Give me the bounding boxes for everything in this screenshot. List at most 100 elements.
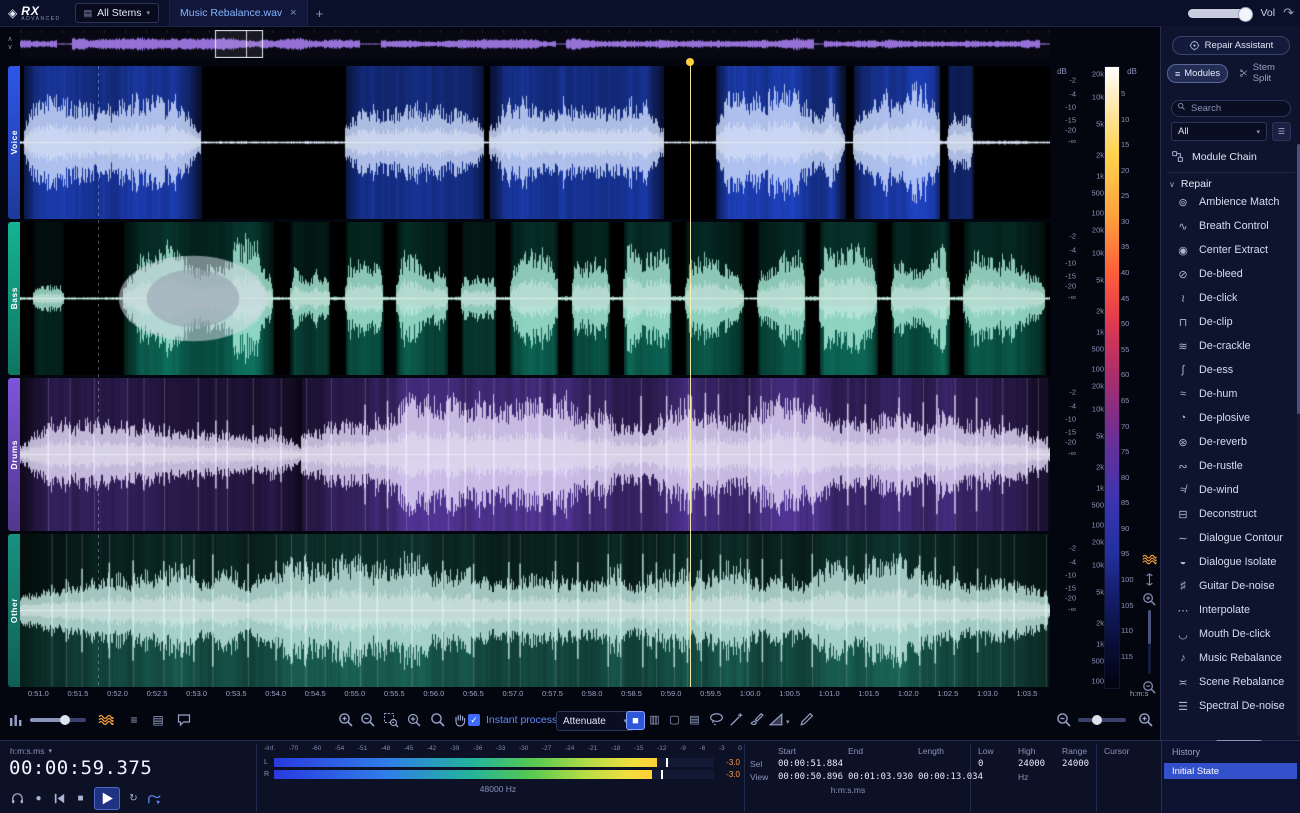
zoom-out-icon[interactable] (360, 712, 376, 728)
vertical-zoom-scrollbar[interactable] (1148, 610, 1151, 674)
draw-tool[interactable] (798, 711, 815, 728)
module-item-de-click[interactable]: ≀ De-click (1161, 286, 1295, 310)
module-search[interactable] (1171, 98, 1291, 115)
module-item-mouth-de-click[interactable]: ◡ Mouth De-click (1161, 622, 1295, 646)
process-mode-dropdown[interactable]: Attenuate ▾ (556, 711, 634, 731)
playhead-line[interactable] (690, 66, 691, 687)
stem-tab-bass[interactable]: Bass (8, 222, 20, 375)
blend-slider-knob[interactable] (60, 715, 70, 725)
time-frequency-selection-tool[interactable]: ▥ (646, 711, 663, 728)
stem-tab-other[interactable]: Other (8, 534, 20, 687)
module-item-de-rustle[interactable]: ∾ De-rustle (1161, 454, 1295, 478)
stem-spectrogram[interactable] (20, 534, 1050, 687)
monitor-headphones-button[interactable] (10, 791, 25, 806)
module-item-deconstruct[interactable]: ⊟ Deconstruct (1161, 502, 1295, 526)
magnify-tool-icon[interactable] (430, 712, 446, 728)
module-item-dialogue-contour[interactable]: ∼ Dialogue Contour (1161, 526, 1295, 550)
stop-button[interactable]: ■ (73, 791, 88, 806)
meter-bridge-icon[interactable] (8, 712, 24, 728)
amp-label: -20 (1065, 594, 1076, 603)
module-item-de-hum[interactable]: ≈ De-hum (1161, 382, 1295, 406)
horizontal-zoom-in-icon[interactable] (1138, 712, 1154, 728)
vertical-zoom-thumb[interactable] (1148, 610, 1151, 644)
module-item-spectral-de-noise[interactable]: ☰ Spectral De-noise (1161, 694, 1295, 718)
stem-tab-drums[interactable]: Drums (8, 378, 20, 531)
horizontal-zoom-slider[interactable] (1078, 718, 1126, 722)
bypass-icon[interactable]: ↷ (1283, 5, 1294, 21)
timeline-ruler[interactable]: 0:51.00:51.50:52.00:52.50:53.00:53.50:54… (20, 689, 1050, 701)
module-item-dialogue-isolate[interactable]: ◒ Dialogue Isolate (1161, 550, 1295, 574)
timeline-tick-label: 0:58.0 (582, 689, 603, 698)
meter-scale-label: -3 (719, 745, 725, 752)
horizontal-zoom-knob[interactable] (1092, 715, 1102, 725)
stem-spectrogram[interactable] (20, 222, 1050, 375)
loop-button[interactable]: ↻ (126, 791, 141, 806)
fade-tool-chevron-icon[interactable]: ▾ (786, 718, 790, 726)
module-item-de-ess[interactable]: ∫ De-ess (1161, 358, 1295, 382)
fade-tool[interactable] (768, 711, 785, 728)
overview-minimap[interactable] (20, 30, 1050, 58)
search-input[interactable] (1171, 100, 1291, 117)
band-selection-tool[interactable]: ▤ (686, 711, 703, 728)
module-item-de-reverb[interactable]: ⊛ De-reverb (1161, 430, 1295, 454)
tab-modules[interactable]: ≡ Modules (1167, 64, 1228, 83)
magic-wand-tool[interactable] (728, 711, 745, 728)
time-selection-tool[interactable]: ■ (626, 711, 645, 730)
zoom-fit-icon[interactable] (406, 712, 422, 728)
grab-tool-icon[interactable] (452, 712, 468, 728)
timeline-tick-label: 0:57.0 (502, 689, 523, 698)
horizontal-zoom-out-icon[interactable] (1056, 712, 1072, 728)
module-item-de-clip[interactable]: ⊓ De-clip (1161, 310, 1295, 334)
module-chain-item[interactable]: Module Chain (1171, 150, 1257, 163)
zoom-in-vertical-icon[interactable] (1142, 592, 1157, 607)
module-item-de-bleed[interactable]: ⊘ De-bleed (1161, 262, 1295, 286)
volume-slider[interactable] (1188, 9, 1252, 18)
return-to-start-button[interactable] (52, 791, 67, 806)
tab-stem-split[interactable]: Stem Split (1232, 64, 1300, 81)
module-item-music-rebalance[interactable]: ♪ Music Rebalance (1161, 646, 1295, 670)
history-item[interactable]: Initial State (1164, 763, 1297, 779)
module-item-center-extract[interactable]: ◉ Center Extract (1161, 238, 1295, 262)
module-item-breath-control[interactable]: ∿ Breath Control (1161, 214, 1295, 238)
play-button[interactable] (94, 787, 120, 810)
zoom-in-icon[interactable] (338, 712, 354, 728)
brush-tool[interactable] (748, 711, 765, 728)
lasso-tool[interactable] (708, 711, 725, 728)
list-options-button[interactable]: ☰ (1272, 122, 1291, 141)
time-format-selector[interactable]: h:m:s.ms ▾ (10, 746, 52, 756)
module-item-scene-rebalance[interactable]: ≍ Scene Rebalance (1161, 670, 1295, 694)
repair-section-header[interactable]: ∨ Repair (1169, 178, 1212, 190)
module-item-de-plosive[interactable]: ◔ De-plosive (1161, 406, 1295, 430)
tab-music-rebalance[interactable]: Music Rebalance.wav × (169, 0, 308, 26)
stem-spectrogram[interactable] (20, 378, 1050, 531)
play-selection-button[interactable] (147, 791, 162, 806)
stem-tab-voice[interactable]: Voice (8, 66, 20, 219)
tab-close-icon[interactable]: × (290, 7, 296, 19)
markers-list-icon[interactable]: ▤ (150, 712, 166, 728)
module-item-ambience-match[interactable]: ⊚ Ambience Match (1161, 190, 1295, 214)
stems-selector-dropdown[interactable]: ▤ All Stems ▾ (75, 3, 159, 23)
frequency-selection-tool[interactable]: ▢ (666, 711, 683, 728)
zoom-selection-icon[interactable] (383, 712, 399, 728)
repair-assistant-button[interactable]: Repair Assistant (1172, 36, 1290, 55)
category-filter-dropdown[interactable]: All ▾ (1171, 122, 1267, 141)
list-view-icon[interactable]: ≡ (126, 712, 142, 728)
module-item-interpolate[interactable]: ⋯ Interpolate (1161, 598, 1295, 622)
volume-slider-knob[interactable] (1238, 7, 1253, 22)
playhead-marker[interactable] (686, 58, 694, 66)
record-button[interactable]: ● (31, 791, 46, 806)
spectrogram-settings-icon[interactable] (98, 712, 114, 728)
module-item-de-crackle[interactable]: ≋ De-crackle (1161, 334, 1295, 358)
spectrogram-waveform-blend-slider[interactable] (30, 718, 86, 722)
comments-icon[interactable] (176, 712, 192, 728)
stem-spectrogram[interactable] (20, 66, 1050, 219)
spectrogram-view-icon[interactable] (1142, 552, 1157, 567)
module-item-de-wind[interactable]: ≉ De-wind (1161, 478, 1295, 502)
overview-collapse-control[interactable]: ∧ ∨ (3, 32, 17, 56)
meter-scale-label: -45 (404, 745, 413, 752)
new-tab-button[interactable]: + (316, 6, 324, 21)
fit-vertical-icon[interactable] (1142, 572, 1157, 587)
module-item-guitar-de-noise[interactable]: ♯ Guitar De-noise (1161, 574, 1295, 598)
checkbox-checked-icon[interactable]: ✓ (468, 714, 480, 726)
instant-process-toggle[interactable]: ✓ Instant process (468, 714, 557, 726)
